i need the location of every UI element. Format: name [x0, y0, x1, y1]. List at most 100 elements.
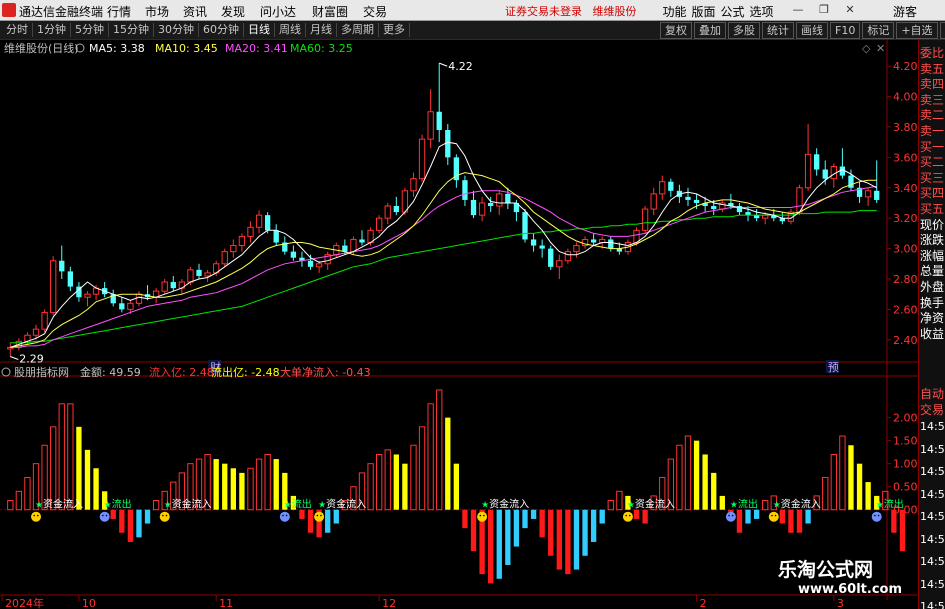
- tool-button-6[interactable]: 标记: [862, 22, 895, 39]
- outflow-bar: [496, 509, 502, 579]
- signal-label: 资金流入: [43, 498, 83, 511]
- period-tab-7[interactable]: 周线: [275, 23, 306, 37]
- diamond-icon: ◇: [862, 42, 871, 55]
- face-eye-icon: [320, 514, 322, 517]
- inflow-bar-solid: [402, 463, 408, 510]
- candle-body-up: [32, 328, 40, 336]
- outflow-bar: [548, 509, 554, 556]
- inflow-bar-solid: [702, 454, 708, 510]
- signal-star-icon: ★: [164, 501, 172, 511]
- menu-item-trade[interactable]: 交易: [356, 3, 394, 20]
- inflow-bar-solid: [273, 459, 279, 510]
- candle-body-up: [556, 260, 563, 268]
- face-eye-icon: [33, 514, 36, 517]
- inflow-bar-solid: [93, 468, 99, 510]
- sidebar-field-6: 买一: [920, 139, 945, 154]
- inflow-bar-hollow: [67, 403, 74, 511]
- menu-item-market[interactable]: 行情: [100, 3, 138, 20]
- period-tab-10[interactable]: 更多: [379, 23, 410, 37]
- tool-button-0[interactable]: 复权: [660, 22, 692, 39]
- chart-area[interactable]: 4.20 4.00 3.80 3.60 3.40 3.20 3.00 2.80 2.60 2.40…: [0, 40, 945, 609]
- sidebar-field-7: 买二: [920, 155, 945, 170]
- kline-chart-svg[interactable]: 4.20 4.00 3.80 3.60 3.40 3.20 3.00 2.80 2.60 2.40…: [0, 40, 918, 609]
- sidebar-auto-trade-0[interactable]: 自动: [920, 385, 945, 402]
- tool-button-7[interactable]: +自选: [896, 22, 938, 39]
- period-tab-1[interactable]: 1分钟: [33, 23, 71, 37]
- candle-body-down: [59, 260, 65, 272]
- menu-item-options[interactable]: 选项: [747, 3, 776, 20]
- menu-item-function[interactable]: 功能: [660, 3, 689, 20]
- signal-label: 流出: [884, 498, 904, 511]
- menu-item-news[interactable]: 资讯: [176, 3, 214, 20]
- period-tab-3[interactable]: 15分钟: [109, 23, 154, 37]
- candle-body-down: [462, 180, 468, 200]
- guest-user[interactable]: 游客: [893, 3, 917, 20]
- face-eye-icon: [731, 514, 734, 517]
- candle-body-up: [247, 226, 254, 237]
- period-tab-0[interactable]: 分时: [2, 23, 33, 37]
- outflow-bar: [325, 509, 331, 533]
- menu-item-layout[interactable]: 版面: [689, 3, 718, 20]
- sidebar-field-2: 卖四: [920, 77, 945, 92]
- watermark-title: 乐淘公式网: [778, 559, 874, 581]
- signal-star-icon: ★: [773, 501, 781, 511]
- outflow-bar: [488, 509, 494, 584]
- ma20-value: MA20: 3.41: [225, 42, 288, 55]
- time-axis-label: 2024年: [5, 596, 44, 609]
- outflow-bar: [891, 509, 897, 533]
- period-tab-4[interactable]: 30分钟: [154, 23, 199, 37]
- inflow-bar-solid: [84, 449, 91, 510]
- menu-item-discover[interactable]: 发现: [214, 3, 252, 20]
- inflow-bar-solid: [445, 417, 451, 510]
- ma5-line: [10, 141, 877, 348]
- inflow-bar-solid: [230, 468, 236, 510]
- sad-face-icon: [279, 511, 290, 522]
- tool-button-5[interactable]: F10: [830, 22, 861, 39]
- period-tab-9[interactable]: 多周期: [337, 23, 379, 37]
- sidebar-field-16: 换手: [920, 295, 945, 310]
- candle-body-up: [564, 251, 572, 262]
- sidebar-field-9: 买四: [920, 186, 945, 201]
- period-tab-5[interactable]: 60分钟: [199, 23, 244, 37]
- indicator-big-order: 大单净流入: -0.43: [280, 365, 371, 379]
- period-tab-6[interactable]: 日线: [244, 23, 275, 37]
- login-status[interactable]: 证券交易未登录 维维股份: [505, 3, 637, 19]
- menu-item-ask[interactable]: 问小达: [252, 3, 304, 20]
- candle-body-down: [170, 282, 176, 289]
- candle-body-down: [505, 193, 511, 203]
- inflow-bar-hollow: [7, 500, 14, 511]
- minimize-icon[interactable]: —: [788, 2, 808, 18]
- indicator-title: 股朋指标网: [14, 365, 69, 379]
- tool-button-2[interactable]: 多股: [728, 22, 760, 39]
- main-menu: 行情 市场 资讯 发现 问小达 财富圈 交易: [100, 3, 394, 20]
- period-tab-2[interactable]: 5分钟: [71, 23, 109, 37]
- close-icon[interactable]: ✕: [840, 2, 860, 18]
- menu-item-wealth-circle[interactable]: 财富圈: [304, 3, 356, 20]
- menu-bar: 通达信金融终端 行情 市场 资讯 发现 问小达 财富圈 交易 证券交易未登录 维…: [0, 0, 945, 21]
- menu-item-markets[interactable]: 市场: [138, 3, 176, 20]
- app-logo-icon: [2, 3, 16, 17]
- candle-body-up: [478, 202, 486, 216]
- outflow-bar: [556, 509, 562, 570]
- menu-item-formula[interactable]: 公式: [718, 3, 747, 20]
- restore-icon[interactable]: ❐: [814, 2, 834, 18]
- candle-body-up: [410, 178, 417, 192]
- login-status-text: 证券交易未登录: [505, 5, 582, 18]
- sidebar-tick-time-2: 14:56: [920, 465, 945, 478]
- tool-button-1[interactable]: 叠加: [694, 22, 726, 39]
- candle-body-up: [427, 111, 434, 140]
- signal-star-icon: ★: [284, 501, 292, 511]
- tool-button-4[interactable]: 画线: [796, 22, 828, 39]
- price-tick-label: 2.40: [893, 334, 918, 347]
- sidebar-auto-trade-1[interactable]: 交易: [920, 401, 945, 418]
- face-eye-icon: [105, 514, 108, 517]
- period-tab-8[interactable]: 月线: [306, 23, 337, 37]
- time-axis-label: 12: [382, 597, 396, 609]
- low-price-label: 2.29: [19, 353, 44, 366]
- candle-body-down: [848, 175, 854, 188]
- indicator-tick-label: 0.50: [893, 481, 918, 494]
- time-axis-label: 10: [82, 597, 96, 609]
- sidebar-tick-time-3: 14:56: [920, 487, 945, 501]
- tool-button-8[interactable]: 返回: [939, 22, 945, 39]
- tool-button-3[interactable]: 统计: [762, 22, 794, 39]
